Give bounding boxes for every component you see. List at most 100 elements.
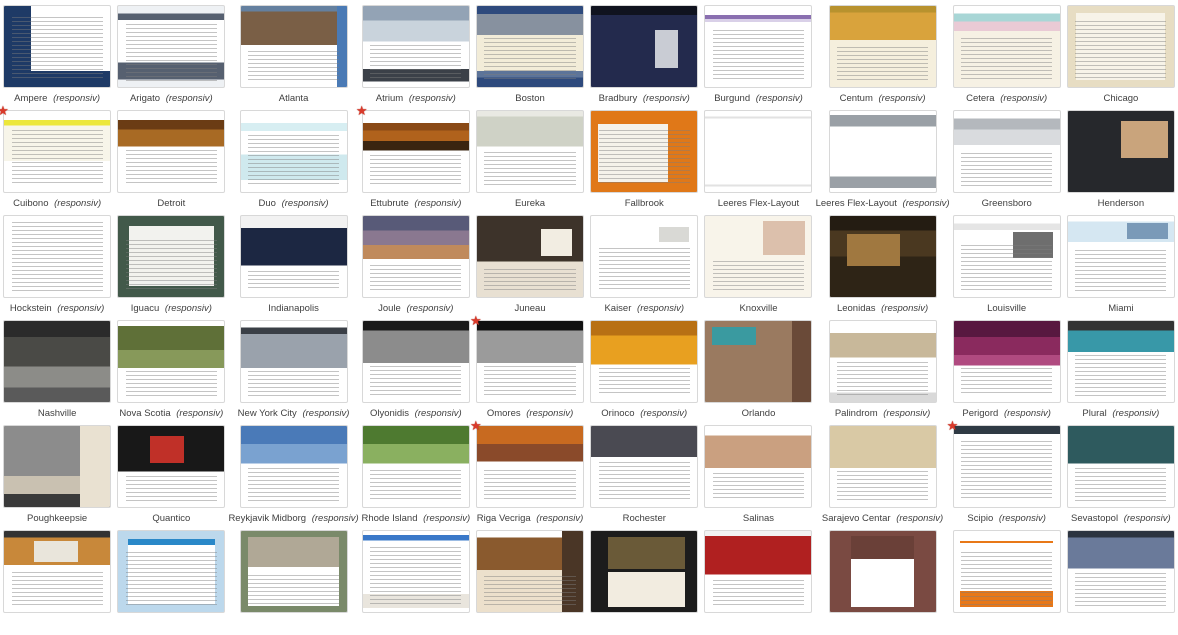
- template-thumbnail[interactable]: [3, 215, 111, 298]
- template-thumbnail[interactable]: [362, 425, 470, 508]
- template-thumbnail[interactable]: [362, 320, 470, 403]
- template-thumbnail[interactable]: [953, 5, 1061, 88]
- template-thumbnail[interactable]: [829, 425, 937, 508]
- template-thumbnail[interactable]: [476, 110, 584, 193]
- template-card[interactable]: ★ Duo (responsiv): [228, 110, 358, 215]
- template-thumbnail[interactable]: [240, 425, 348, 508]
- template-thumbnail[interactable]: [704, 110, 812, 193]
- template-card[interactable]: ★ Quantico: [114, 425, 228, 530]
- template-card[interactable]: ★ Scipio (responsiv): [950, 425, 1064, 530]
- template-card[interactable]: ★ Juneau: [473, 215, 587, 320]
- template-thumbnail[interactable]: [362, 215, 470, 298]
- template-thumbnail[interactable]: [829, 530, 937, 613]
- template-card[interactable]: ★: [587, 530, 701, 635]
- template-card[interactable]: ★ Boston: [473, 5, 587, 110]
- template-card[interactable]: ★ Centum (responsiv): [816, 5, 950, 110]
- template-thumbnail[interactable]: [1067, 5, 1175, 88]
- template-card[interactable]: ★ Joule (responsiv): [359, 215, 473, 320]
- template-thumbnail[interactable]: [240, 110, 348, 193]
- template-thumbnail[interactable]: [704, 320, 812, 403]
- template-card[interactable]: ★ Leeres Flex-Layout (responsiv): [816, 110, 950, 215]
- template-thumbnail[interactable]: [240, 215, 348, 298]
- template-card[interactable]: ★ Eureka: [473, 110, 587, 215]
- template-thumbnail[interactable]: [362, 530, 470, 613]
- template-card[interactable]: ★ Arigato (responsiv): [114, 5, 228, 110]
- template-card[interactable]: ★ Iguacu (responsiv): [114, 215, 228, 320]
- template-card[interactable]: ★ Rhode Island (responsiv): [359, 425, 473, 530]
- template-card[interactable]: ★ Henderson: [1064, 110, 1178, 215]
- template-card[interactable]: ★: [1064, 530, 1178, 635]
- template-thumbnail[interactable]: [829, 215, 937, 298]
- template-thumbnail[interactable]: [476, 425, 584, 508]
- template-card[interactable]: ★ Greensboro: [950, 110, 1064, 215]
- template-thumbnail[interactable]: [117, 215, 225, 298]
- template-thumbnail[interactable]: [704, 215, 812, 298]
- template-thumbnail[interactable]: [362, 110, 470, 193]
- template-thumbnail[interactable]: [704, 5, 812, 88]
- template-thumbnail[interactable]: [1067, 320, 1175, 403]
- template-card[interactable]: ★ Atrium (responsiv): [359, 5, 473, 110]
- template-card[interactable]: ★: [228, 530, 358, 635]
- template-card[interactable]: ★ Perigord (responsiv): [950, 320, 1064, 425]
- template-card[interactable]: ★ Orlando: [701, 320, 815, 425]
- template-thumbnail[interactable]: [590, 215, 698, 298]
- template-card[interactable]: ★ Indianapolis: [228, 215, 358, 320]
- template-card[interactable]: ★ Sevastopol (responsiv): [1064, 425, 1178, 530]
- template-card[interactable]: ★ Cetera (responsiv): [950, 5, 1064, 110]
- template-thumbnail[interactable]: [590, 530, 698, 613]
- template-card[interactable]: ★ Leeres Flex-Layout: [701, 110, 815, 215]
- template-thumbnail[interactable]: [3, 320, 111, 403]
- template-card[interactable]: ★ Burgund (responsiv): [701, 5, 815, 110]
- template-card[interactable]: ★ Hockstein (responsiv): [0, 215, 114, 320]
- template-thumbnail[interactable]: [3, 110, 111, 193]
- template-thumbnail[interactable]: [953, 110, 1061, 193]
- template-thumbnail[interactable]: [1067, 530, 1175, 613]
- template-card[interactable]: ★ Plural (responsiv): [1064, 320, 1178, 425]
- template-card[interactable]: ★ Olyonidis (responsiv): [359, 320, 473, 425]
- template-thumbnail[interactable]: [829, 5, 937, 88]
- template-thumbnail[interactable]: [117, 5, 225, 88]
- template-thumbnail[interactable]: [117, 320, 225, 403]
- template-thumbnail[interactable]: [829, 110, 937, 193]
- template-card[interactable]: ★ Leonidas (responsiv): [816, 215, 950, 320]
- template-card[interactable]: ★: [816, 530, 950, 635]
- template-card[interactable]: ★ Miami: [1064, 215, 1178, 320]
- template-card[interactable]: ★ Atlanta: [228, 5, 358, 110]
- template-card[interactable]: ★ Orinoco (responsiv): [587, 320, 701, 425]
- template-thumbnail[interactable]: [3, 425, 111, 508]
- template-thumbnail[interactable]: [704, 425, 812, 508]
- template-thumbnail[interactable]: [117, 530, 225, 613]
- template-card[interactable]: ★ Chicago: [1064, 5, 1178, 110]
- template-card[interactable]: ★: [701, 530, 815, 635]
- template-thumbnail[interactable]: [3, 5, 111, 88]
- template-card[interactable]: ★ Bradbury (responsiv): [587, 5, 701, 110]
- template-card[interactable]: ★: [0, 530, 114, 635]
- template-thumbnail[interactable]: [590, 320, 698, 403]
- template-card[interactable]: ★ Rochester: [587, 425, 701, 530]
- template-card[interactable]: ★ Knoxville: [701, 215, 815, 320]
- template-thumbnail[interactable]: [590, 5, 698, 88]
- template-thumbnail[interactable]: [829, 320, 937, 403]
- template-thumbnail[interactable]: [240, 530, 348, 613]
- template-thumbnail[interactable]: [953, 215, 1061, 298]
- template-thumbnail[interactable]: [240, 320, 348, 403]
- template-card[interactable]: ★ Palindrom (responsiv): [816, 320, 950, 425]
- template-card[interactable]: ★ Nova Scotia (responsiv): [114, 320, 228, 425]
- template-card[interactable]: ★: [950, 530, 1064, 635]
- template-thumbnail[interactable]: [953, 320, 1061, 403]
- template-card[interactable]: ★ Ettubrute (responsiv): [359, 110, 473, 215]
- template-thumbnail[interactable]: [953, 530, 1061, 613]
- template-thumbnail[interactable]: [590, 425, 698, 508]
- template-card[interactable]: ★ Detroit: [114, 110, 228, 215]
- template-card[interactable]: ★: [473, 530, 587, 635]
- template-card[interactable]: ★ New York City (responsiv): [228, 320, 358, 425]
- template-thumbnail[interactable]: [476, 320, 584, 403]
- template-thumbnail[interactable]: [1067, 110, 1175, 193]
- template-thumbnail[interactable]: [704, 530, 812, 613]
- template-card[interactable]: ★ Omores (responsiv): [473, 320, 587, 425]
- template-card[interactable]: ★ Poughkeepsie: [0, 425, 114, 530]
- template-card[interactable]: ★ Cuibono (responsiv): [0, 110, 114, 215]
- template-thumbnail[interactable]: [476, 215, 584, 298]
- template-card[interactable]: ★ Salinas: [701, 425, 815, 530]
- template-thumbnail[interactable]: [117, 425, 225, 508]
